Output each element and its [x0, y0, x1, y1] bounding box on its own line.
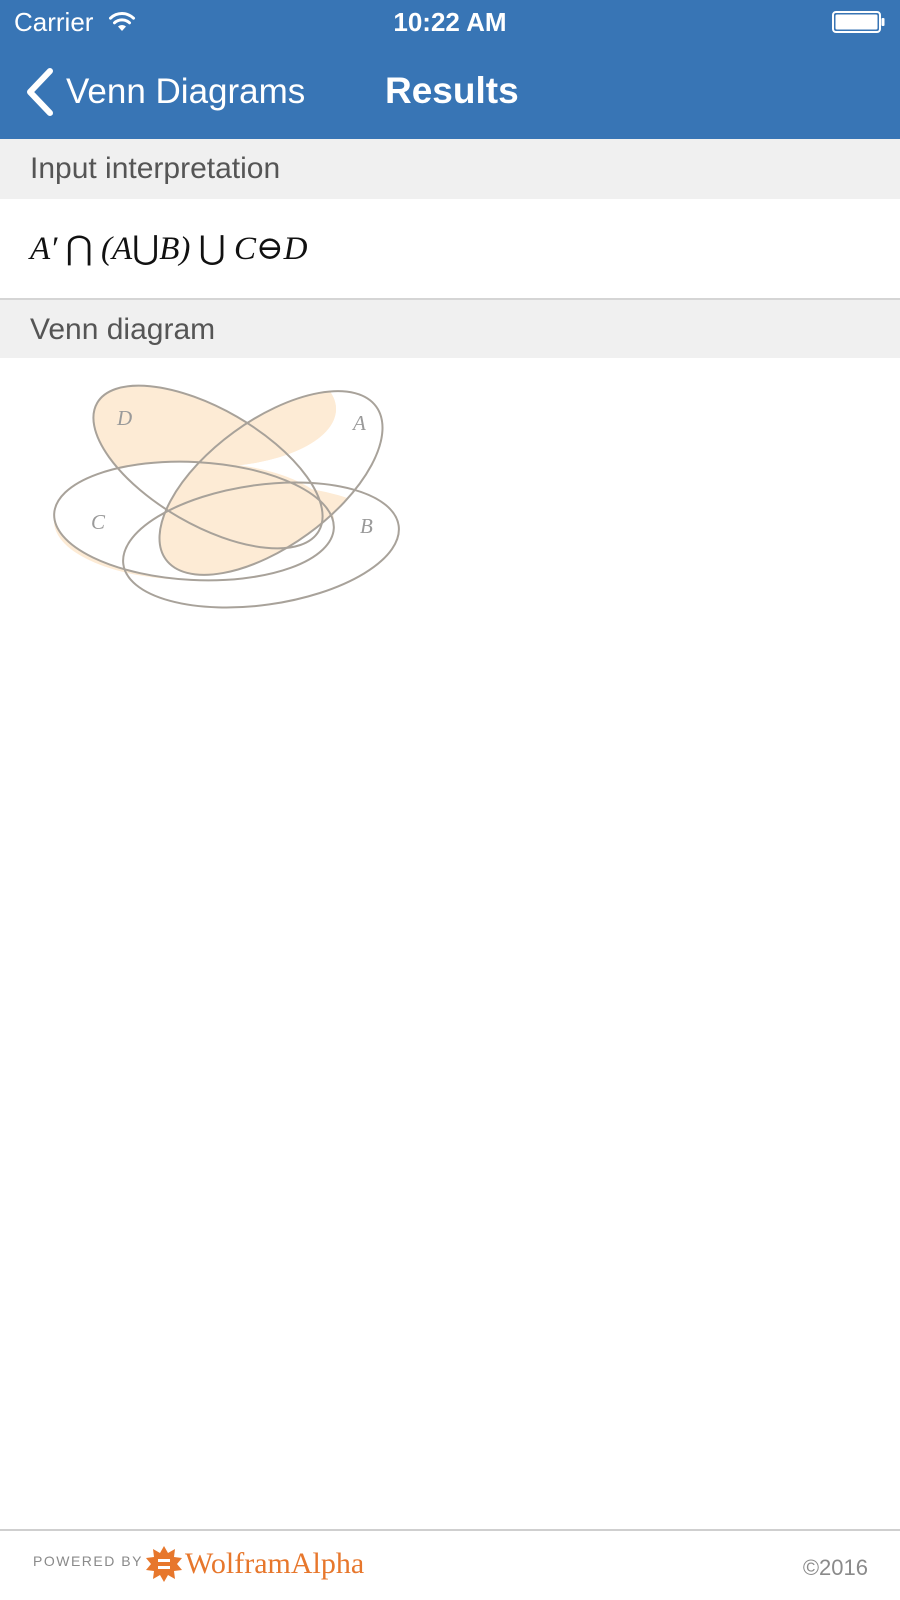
venn-label-B: B [360, 514, 373, 538]
formula-term: B) [159, 231, 191, 267]
formula-term: A′ [30, 231, 58, 267]
venn-label-D: D [116, 406, 132, 430]
union-symbol: ⋃ [132, 231, 160, 267]
union-symbol: ⋃ [198, 231, 226, 267]
powered-by-label: POWERED BY [33, 1553, 143, 1569]
nav-title: Results [385, 70, 519, 111]
formula-term: C [233, 231, 256, 267]
wolfram-sun-icon[interactable] [145, 1545, 183, 1583]
venn-label-A: A [351, 411, 366, 435]
back-label: Venn Diagrams [66, 72, 306, 111]
back-button[interactable]: Venn Diagrams [24, 62, 305, 122]
formula-term: D [283, 231, 308, 267]
chevron-left-icon [27, 68, 53, 116]
status-bar: Carrier 10:22 AM [0, 0, 900, 44]
venn-label-C: C [91, 510, 106, 534]
status-time: 10:22 AM [393, 7, 507, 37]
pod-header-input-interpretation: Input interpretation [0, 139, 900, 199]
symmetric-difference-symbol: ⊖ [255, 231, 284, 267]
wolfram-alpha-brand[interactable]: WolframAlpha [185, 1545, 364, 1583]
copyright-label: ©2016 [802, 1555, 868, 1580]
pod-header-venn-diagram: Venn diagram [0, 298, 900, 358]
formula-term: (A [100, 231, 133, 267]
input-formula: A′ ⋂ (A⋃B) ⋃ C⊖D [30, 226, 307, 272]
intersection-symbol: ⋂ [65, 231, 93, 267]
navigation-bar: Carrier 10:22 AM Venn Diagrams Results [0, 0, 900, 139]
battery-full-icon [832, 11, 885, 33]
footer: POWERED BY WolframAlpha ©2016 [0, 1529, 900, 1600]
venn-diagram: D A C B [53, 370, 400, 609]
